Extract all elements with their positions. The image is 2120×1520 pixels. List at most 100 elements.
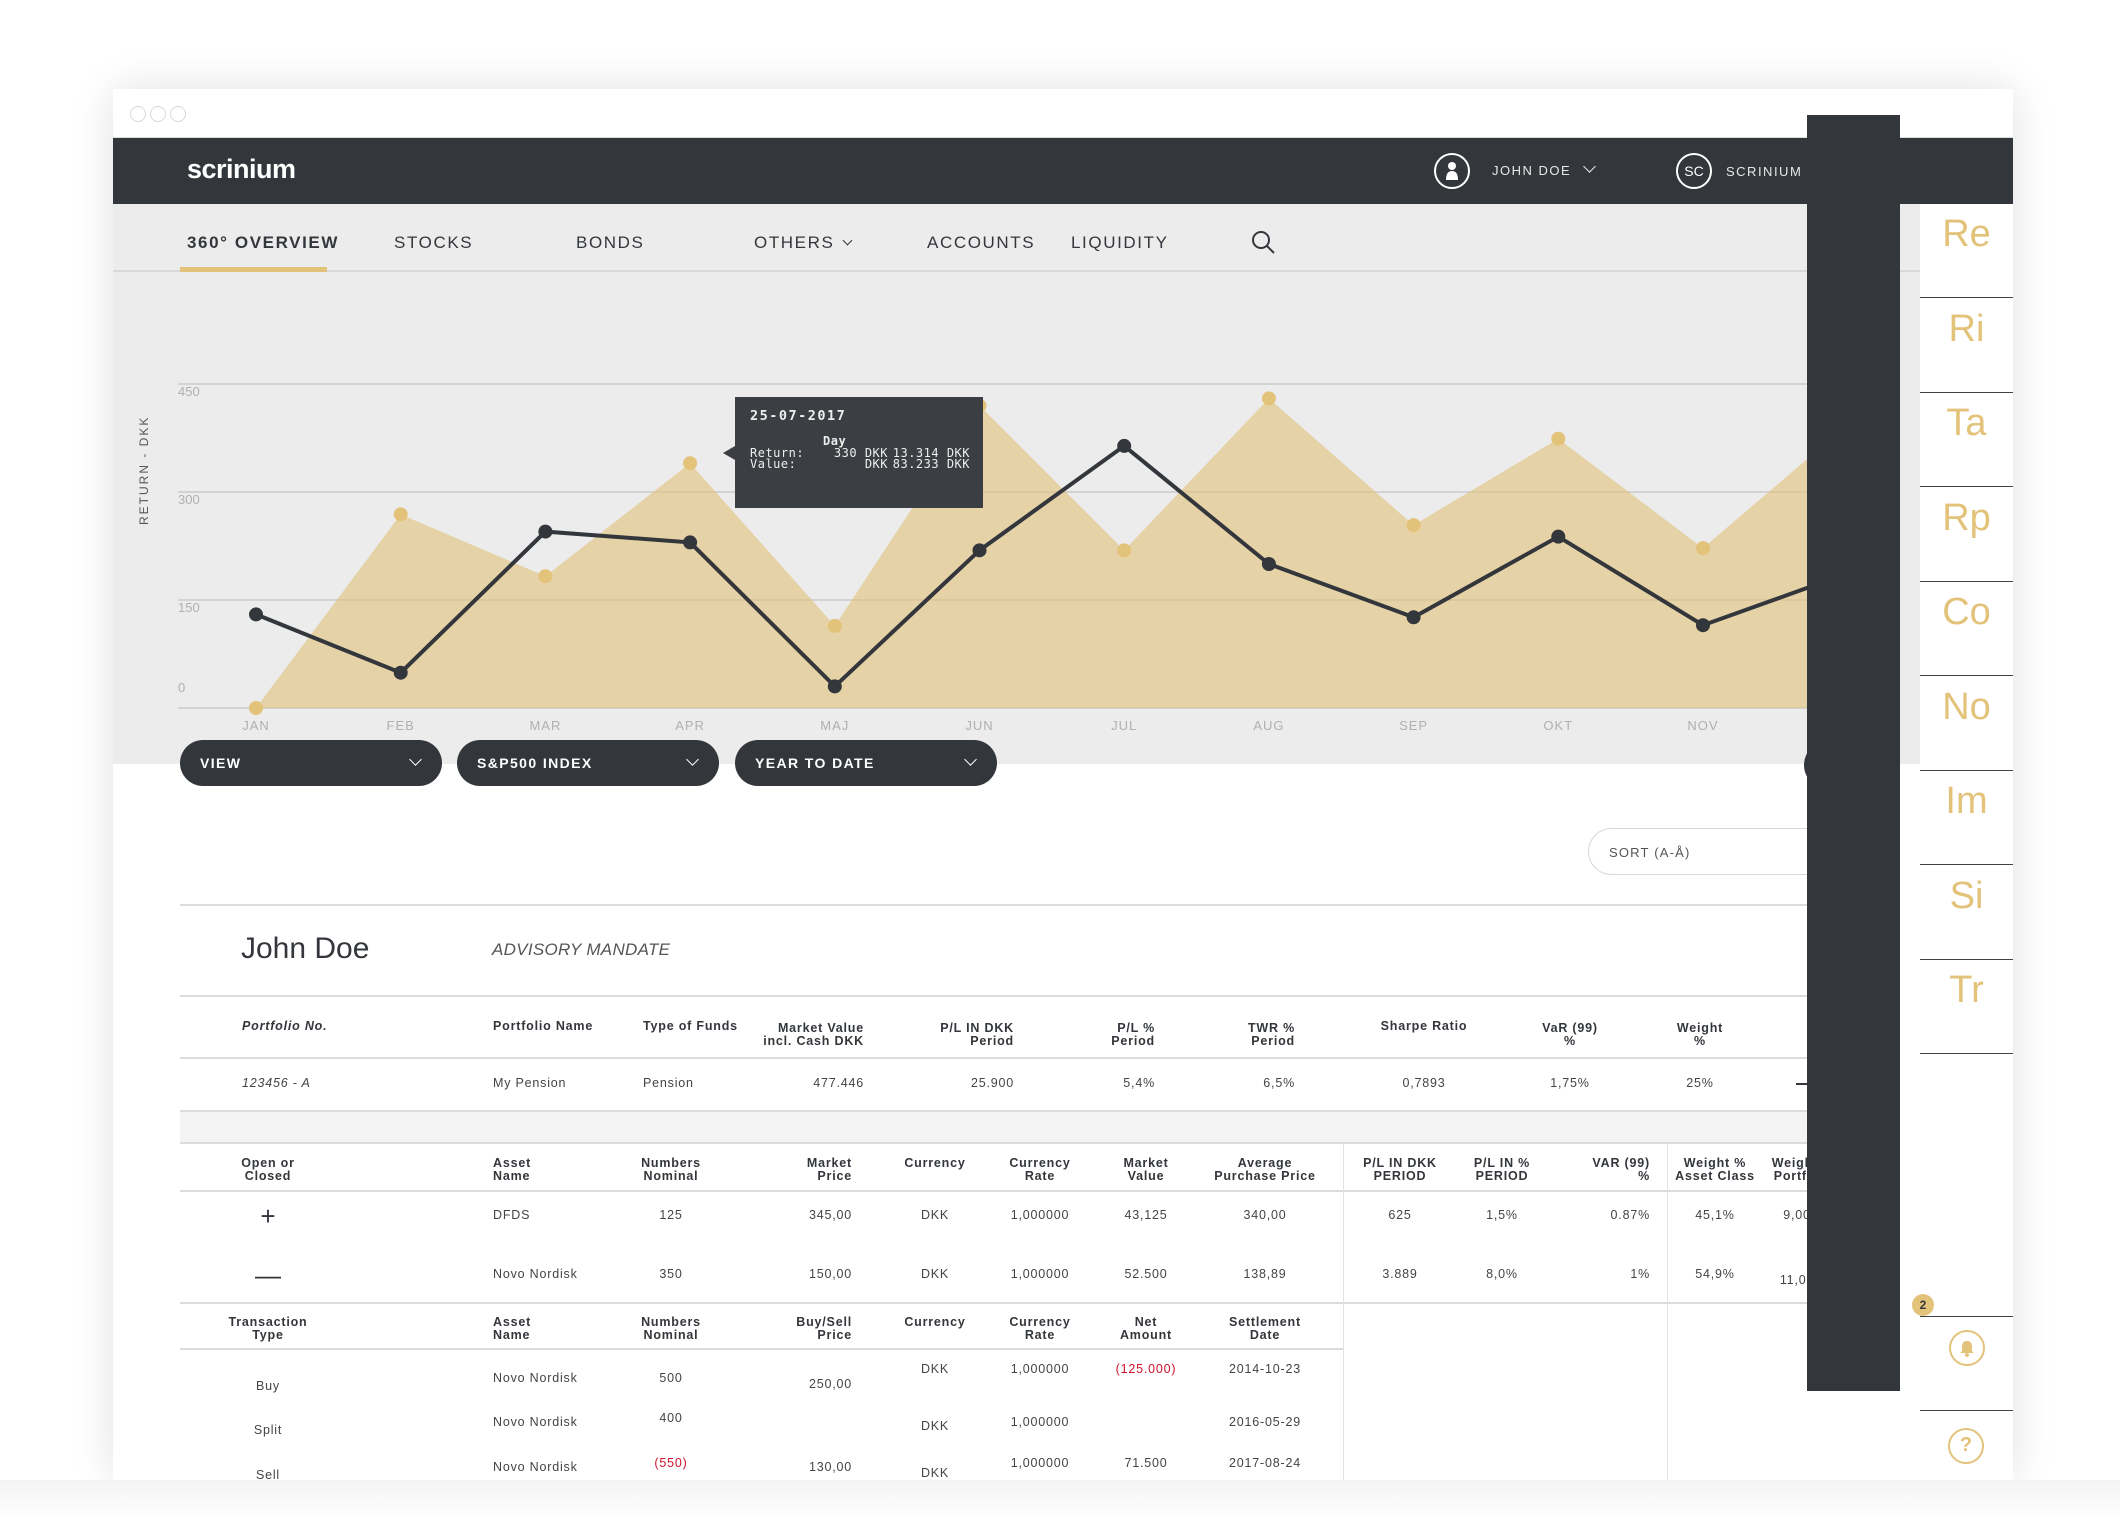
sidebar-item-label: Reports [1944,539,1989,554]
alarm-count-badge: 2 [1912,1294,1934,1316]
column-header: Market Price [806,1156,852,1183]
table-cell: 1,000000 [1010,1415,1070,1429]
column-header: Sharpe Ratio [1380,1019,1468,1033]
sidebar-item-label: Transactions [1930,445,2003,459]
divider [180,995,1850,997]
area-point [1117,543,1132,558]
column-header: P/L IN DKK Period [940,1021,1014,1048]
x-tick-label: MAR [529,718,561,733]
sidebar-item-abbr: Im [1945,780,1988,822]
line-point [827,679,842,694]
alarms-label: Alarms [1945,1372,1988,1387]
area-point [827,618,842,633]
sidebar-item-abbr: Rp [1942,496,1991,539]
collapse-button[interactable]: — [253,1260,283,1291]
divider [180,1190,1856,1192]
column-header: Market Value incl. Cash DKK [763,1021,864,1048]
sidebar-item-notes[interactable]: No Notes [1920,677,2013,771]
sidebar-item-label: Return [1947,256,1986,270]
area-point [1406,518,1421,533]
index-dropdown-label: S&P500 INDEX [477,755,593,771]
area-series [256,398,1848,708]
y-tick-label: 300 [178,492,200,507]
sidebar-item-alarms[interactable]: Alarms [1920,1330,2013,1387]
line-point [538,524,553,539]
sidebar-item-return[interactable]: Re Return [1920,204,2013,298]
table-cell: Split [253,1423,283,1437]
bell-icon [1948,1330,1985,1366]
chevron-down-icon [409,753,422,766]
table-cell: 250,00 [808,1377,852,1391]
table-cell: 1% [1630,1267,1650,1281]
y-tick-label: 150 [178,600,200,615]
divider [180,1057,1850,1059]
return-chart: 0 150 300 450 JAN FEB MAR APR MAJ JUN JUL AUG SEP OKT… [178,383,1862,733]
expand-button[interactable]: + [253,1201,283,1232]
period-dropdown-label: YEAR TO DATE [755,755,875,771]
sidebar-item-abbr: Co [1942,591,1991,633]
table-cell: 477.446 [813,1076,864,1090]
table-cell: 6,5% [1263,1076,1295,1090]
table-cell: 2016-05-29 [1229,1415,1301,1429]
sidebar-item-abbr: Re [1942,213,1991,255]
table-cell: 130,00 [808,1460,852,1474]
sidebar-item-abbr: Si [1949,874,1984,917]
sidebar-item-label: Compliance [1933,634,2000,648]
line-point [1406,610,1421,625]
area-point [249,701,263,715]
view-dropdown-label: VIEW [200,755,242,771]
page-fade [0,1480,2120,1520]
x-tick-label: NOV [1687,718,1718,733]
tooltip-value-total: 83.233 DKK [892,457,970,471]
sidebar-item-reports[interactable]: Rp Reports [1920,488,2013,582]
sidebar-item-compliance[interactable]: Co Compliance [1920,582,2013,676]
area-point [1261,391,1276,406]
table-cell: 2017-08-24 [1229,1456,1301,1470]
x-tick-label: MAJ [820,718,849,733]
area-point [538,569,553,584]
column-header: VaR (99) % [1542,1021,1598,1048]
chevron-down-icon [686,753,699,766]
client-name: John Doe [241,932,370,965]
sidebar-item-abbr: Tr [1949,969,1984,1011]
sidebar-item-simulation[interactable]: Si Simulation [1920,866,2013,960]
view-dropdown[interactable]: VIEW [180,740,442,786]
area-point [1696,541,1710,556]
period-dropdown[interactable]: YEAR TO DATE [735,740,997,786]
x-tick-label: OKT [1543,718,1573,733]
sort-dropdown-label: SORT (A-Å) [1609,845,1691,860]
sidebar-item-transactions[interactable]: Ta Transactions [1920,393,2013,487]
sidebar-item-label: Import/Export [1928,823,2005,837]
divider [180,1348,1343,1350]
line-point [1551,529,1566,544]
table-cell: My Pension [493,1076,567,1090]
column-header: Portfolio Name [493,1019,594,1033]
column-header: Transaction Type [228,1315,308,1342]
table-cell: 0.87% [1610,1208,1650,1222]
column-header: TWR % Period [1247,1021,1295,1048]
table-cell: 150,00 [808,1267,852,1281]
line-point [683,535,698,550]
chart-tooltip: 25-07-2017 Day Return: 330 DKK 13.314 DK… [723,397,983,508]
table-cell: 345,00 [808,1208,852,1222]
line-point [249,607,263,622]
help-icon[interactable]: ? [1948,1428,1984,1464]
index-dropdown[interactable]: S&P500 INDEX [457,740,719,786]
sidebar-item-risk[interactable]: Ri Risk [1920,299,2013,393]
y-tick-label: 450 [178,384,200,399]
table-cell: 25.900 [970,1076,1014,1090]
x-tick-label: SEP [1399,718,1428,733]
sidebar-item-label: Simulation [1936,917,1997,932]
x-tick-label: AUG [1253,718,1284,733]
table-cell: 340,00 [1243,1208,1287,1222]
x-tick-label: APR [675,718,705,733]
x-tick-label: JUL [1111,718,1137,733]
divider [1920,1316,2013,1317]
table-cell: 25% [1686,1076,1714,1090]
table-cell: 2014-10-23 [1229,1362,1301,1376]
table-cell: 0,7893 [1402,1076,1446,1090]
sidebar-item-import-export[interactable]: Im Import/Export [1920,771,2013,865]
x-tick-label: JAN [242,718,270,733]
sidebar-item-trade[interactable]: Tr Trade [1920,960,2013,1054]
line-point [1117,438,1132,453]
